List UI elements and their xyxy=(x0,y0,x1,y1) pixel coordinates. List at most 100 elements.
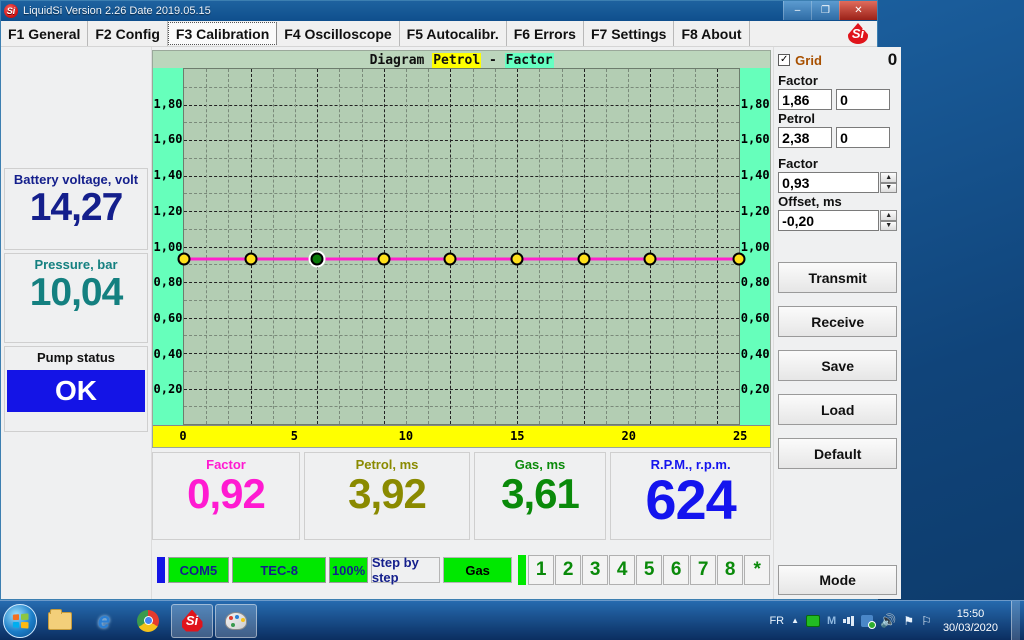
chart-data-point[interactable] xyxy=(644,252,657,265)
cylinder-button-7[interactable]: 7 xyxy=(690,555,716,585)
offset-spinner-input[interactable]: -0,20 xyxy=(778,210,879,231)
maximize-button[interactable]: ❐ xyxy=(811,1,839,20)
gridline-vertical xyxy=(251,69,252,424)
chart-data-point[interactable] xyxy=(444,252,457,265)
factor-readout-panel: Factor 0,92 xyxy=(152,452,300,540)
petrol-input[interactable]: 2,38 xyxy=(778,127,832,148)
taskbar-item-paint[interactable] xyxy=(215,604,257,638)
com-port-status[interactable]: COM5 xyxy=(168,557,229,583)
calibration-chart[interactable]: Diagram Petrol - Factor 0,200,400,600,80… xyxy=(152,50,771,448)
device-status[interactable]: TEC-8 xyxy=(232,557,326,583)
gridline-vertical-minor xyxy=(295,69,296,424)
y-axis-tick-label: 1,20 xyxy=(153,204,183,218)
tab-f8-about[interactable]: F8 About xyxy=(674,21,749,46)
taskbar-item-explorer[interactable] xyxy=(39,604,81,638)
fuel-mode-status[interactable]: Gas xyxy=(443,557,512,583)
explorer-icon xyxy=(48,612,72,630)
pressure-panel: Pressure, bar 10,04 xyxy=(4,253,148,343)
chart-title-series-a: Petrol xyxy=(432,53,481,68)
tab-f1-general[interactable]: F1 General xyxy=(1,21,88,46)
chart-data-point[interactable] xyxy=(244,252,257,265)
factor-secondary-input[interactable]: 0 xyxy=(836,89,890,110)
gridline-horizontal xyxy=(184,353,739,354)
chart-data-point[interactable] xyxy=(311,252,324,265)
taskbar-item-chrome[interactable] xyxy=(127,604,169,638)
factor-input[interactable]: 1,86 xyxy=(778,89,832,110)
chart-data-point[interactable] xyxy=(733,252,746,265)
cylinder-button-4[interactable]: 4 xyxy=(609,555,635,585)
factor-spin-up-icon[interactable]: ▲ xyxy=(880,172,897,183)
gridline-horizontal-minor xyxy=(184,158,739,159)
gridline-vertical xyxy=(650,69,651,424)
tray-security-icon[interactable] xyxy=(861,615,873,627)
tab-f4-oscilloscope[interactable]: F4 Oscilloscope xyxy=(277,21,399,46)
gridline-horizontal-minor xyxy=(184,264,739,265)
right-gap xyxy=(778,231,897,249)
taskbar-item-liquidsi[interactable]: Si xyxy=(171,604,213,638)
center-column: Diagram Petrol - Factor 0,200,400,600,80… xyxy=(152,47,773,599)
cylinder-button-5[interactable]: 5 xyxy=(636,555,662,585)
offset-spin-up-icon[interactable]: ▲ xyxy=(880,210,897,221)
tab-f2-config[interactable]: F2 Config xyxy=(88,21,168,46)
mode-button[interactable]: Mode xyxy=(778,565,897,595)
offset-spin-down-icon[interactable]: ▼ xyxy=(880,221,897,232)
factor-field-row: 1,86 0 xyxy=(778,89,897,110)
close-button[interactable]: ✕ xyxy=(839,1,877,20)
windows-taskbar: e Si FR ▲ M 🔊 ⚑ ⚐ xyxy=(0,600,1024,640)
chart-data-point[interactable] xyxy=(377,252,390,265)
gridline-vertical xyxy=(317,69,318,424)
cylinder-button-6[interactable]: 6 xyxy=(663,555,689,585)
tab-f5-autocalibr[interactable]: F5 Autocalibr. xyxy=(400,21,507,46)
tab-f7-settings[interactable]: F7 Settings xyxy=(584,21,674,46)
cylinder-button-1[interactable]: 1 xyxy=(528,555,554,585)
tray-green-app-icon[interactable] xyxy=(806,615,820,627)
load-button[interactable]: Load xyxy=(778,394,897,425)
left-readout-column: Battery voltage, volt 14,27 Pressure, ba… xyxy=(1,47,152,599)
tab-f6-errors[interactable]: F6 Errors xyxy=(507,21,584,46)
transmit-button[interactable]: Transmit xyxy=(778,262,897,293)
cylinder-button-3[interactable]: 3 xyxy=(582,555,608,585)
offset-spinner-label: Offset, ms xyxy=(778,194,897,209)
tray-network-icon[interactable] xyxy=(843,616,854,626)
save-button[interactable]: Save xyxy=(778,350,897,381)
chart-plot-area[interactable] xyxy=(183,68,740,425)
window-title: LiquidSi Version 2.26 Date 2019.05.15 xyxy=(23,5,211,17)
cylinder-button-8[interactable]: 8 xyxy=(717,555,743,585)
tab-f3-calibration[interactable]: F3 Calibration xyxy=(168,22,277,45)
gridline-vertical xyxy=(717,69,718,424)
gridline-vertical-minor xyxy=(695,69,696,424)
grid-checkbox[interactable]: ✓ xyxy=(778,54,790,66)
tray-m-icon[interactable]: M xyxy=(827,615,836,627)
gridline-vertical-minor xyxy=(628,69,629,424)
start-orb-icon[interactable] xyxy=(3,604,37,638)
signal-percent-status[interactable]: 100% xyxy=(329,557,368,583)
default-button[interactable]: Default xyxy=(778,438,897,469)
receive-button[interactable]: Receive xyxy=(778,306,897,337)
tray-volume-icon[interactable]: 🔊 xyxy=(880,613,896,629)
gridline-vertical-minor xyxy=(673,69,674,424)
rpm-readout-value: 624 xyxy=(645,472,735,528)
petrol-secondary-input[interactable]: 0 xyxy=(836,127,890,148)
taskbar-clock[interactable]: 15:50 30/03/2020 xyxy=(939,607,1004,635)
chart-data-point[interactable] xyxy=(178,252,191,265)
cylinder-button-all[interactable]: * xyxy=(744,555,770,585)
tray-language-indicator[interactable]: FR xyxy=(769,615,784,627)
y-axis-tick-label: 0,60 xyxy=(740,311,770,325)
cylinder-button-2[interactable]: 2 xyxy=(555,555,581,585)
y-axis-tick-label: 1,00 xyxy=(153,240,183,254)
grid-toggle-row[interactable]: ✓ Grid 0 xyxy=(778,50,897,70)
chart-data-point[interactable] xyxy=(577,252,590,265)
tray-action-center-icon[interactable]: ⚑ xyxy=(903,614,914,628)
tray-chevron-up-icon[interactable]: ▲ xyxy=(791,616,799,625)
factor-spin-down-icon[interactable]: ▼ xyxy=(880,183,897,194)
windows-flag-icon xyxy=(13,613,29,628)
factor-spinner-input[interactable]: 0,93 xyxy=(778,172,879,193)
gridline-vertical xyxy=(584,69,585,424)
pressure-value: 10,04 xyxy=(30,272,123,314)
tray-flag-icon[interactable]: ⚐ xyxy=(921,614,932,628)
show-desktop-button[interactable] xyxy=(1011,601,1020,640)
chart-data-point[interactable] xyxy=(511,252,524,265)
step-mode-status[interactable]: Step by step xyxy=(371,557,440,583)
taskbar-item-internet-explorer[interactable]: e xyxy=(83,604,125,638)
minimize-button[interactable]: – xyxy=(783,1,811,20)
